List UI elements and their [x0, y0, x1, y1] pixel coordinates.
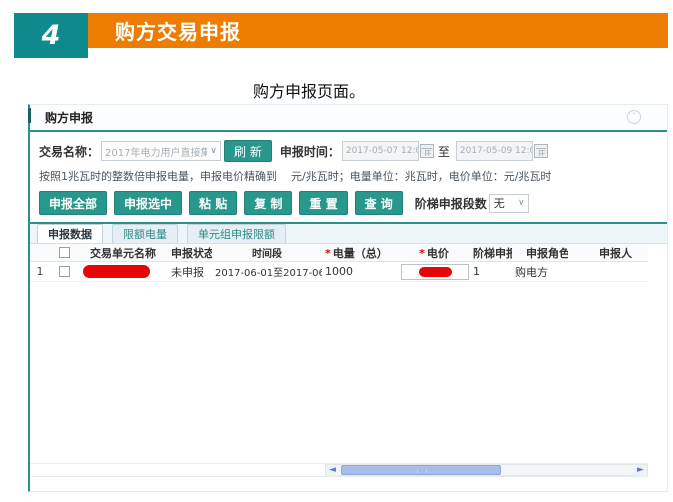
panel-title: 购方申报 — [30, 109, 93, 126]
time-to-input[interactable]: 2017-05-09 12:06:57 — [456, 141, 533, 161]
col-declarer[interactable]: 申报人 — [568, 245, 646, 261]
tab-unit-group-limit[interactable]: 单元组申报限额 — [187, 224, 286, 243]
redacted-unit-name — [83, 265, 150, 278]
panel-accent-bar — [28, 108, 31, 123]
unit-name-cell — [78, 265, 168, 278]
section-banner: 购方交易申报 — [88, 13, 668, 48]
price-cell — [398, 264, 470, 280]
declaration-note: 按照1兆瓦时的整数倍申报电量，申报电价精确到 元/兆瓦时；电量单位：兆瓦时，电价单… — [39, 168, 667, 184]
scrollbar-thumb[interactable] — [341, 465, 501, 475]
note-part1: 按照1兆瓦时的整数倍申报电量，申报电价精确到 — [39, 170, 277, 183]
col-quantity[interactable]: *电量（总） — [322, 245, 398, 261]
declare-time-label: 申报时间： — [280, 143, 340, 160]
tab-declaration-data[interactable]: 申报数据 — [37, 224, 103, 243]
trade-name-select[interactable]: 2017年电力用户直接集中交易模拟 ∨ — [101, 141, 221, 161]
row-checkbox-cell — [50, 266, 78, 277]
grid-empty-area — [30, 282, 648, 463]
required-marker: * — [419, 247, 425, 260]
chevron-down-icon: ∨ — [207, 146, 220, 156]
tab-limit-quantity[interactable]: 限额电量 — [112, 224, 178, 243]
toolbar: 申报全部 申报选中 粘 贴 复 制 重 置 查 询 阶梯申报段数 无 ∨ — [39, 191, 667, 215]
query-button[interactable]: 查 询 — [355, 191, 403, 215]
scroll-spacer — [30, 464, 325, 476]
trade-name-label: 交易名称： — [39, 143, 99, 160]
quantity-cell: 1000 — [322, 265, 398, 278]
declare-all-button[interactable]: 申报全部 — [39, 191, 107, 215]
to-label: 至 — [438, 143, 450, 160]
tab-strip: 申报数据 限额电量 单元组申报限额 — [30, 222, 667, 244]
col-period[interactable]: 时间段 — [212, 245, 322, 260]
step-number-badge: 4 — [14, 13, 88, 58]
time-from-input[interactable]: 2017-05-07 12:06:57 — [342, 141, 419, 161]
grid-header-row: 交易单元名称 申报状态 时间段 *电量（总） *电价 阶梯申报段数 申报角色 申… — [30, 244, 648, 262]
select-all-checkbox-cell — [50, 247, 78, 258]
paste-button[interactable]: 粘 贴 — [189, 191, 237, 215]
caption-text: 购方申报页面。 — [253, 78, 365, 102]
row-checkbox[interactable] — [59, 266, 70, 277]
reset-button[interactable]: 重 置 — [299, 191, 347, 215]
ladder-steps-cell: 1 — [470, 265, 512, 278]
refresh-button[interactable]: 刷 新 — [224, 140, 272, 162]
redacted-price — [419, 267, 452, 277]
col-status[interactable]: 申报状态 — [168, 245, 212, 261]
page: 4 购方交易申报 购方申报页面。 购方申报 ˆ 交易名称： 2017年电力用户直… — [0, 0, 673, 502]
required-marker: * — [325, 247, 331, 260]
buyer-declaration-panel: 购方申报 ˆ 交易名称： 2017年电力用户直接集中交易模拟 ∨ 刷 新 申报时… — [28, 104, 668, 492]
note-part2: 元/兆瓦时；电量单位：兆瓦时，电价单位：元/兆瓦时 — [291, 170, 551, 183]
col-ladder-steps[interactable]: 阶梯申报段数 — [470, 245, 512, 261]
col-unit-name[interactable]: 交易单元名称 — [78, 245, 168, 261]
ladder-steps-label: 阶梯申报段数 — [415, 195, 487, 212]
scrollbar-track[interactable] — [339, 465, 634, 476]
collapse-icon[interactable]: ˆ — [627, 110, 641, 124]
scroll-left-icon[interactable]: ◄ — [326, 465, 339, 476]
ladder-steps-value: 无 — [490, 195, 515, 211]
row-number: 1 — [30, 265, 50, 278]
scroll-right-icon[interactable]: ► — [634, 465, 647, 476]
table-row: 1 未申报 2017-06-01至2017-06-30 1000 1 购电方 — [30, 262, 648, 282]
declare-selected-button[interactable]: 申报选中 — [114, 191, 182, 215]
trade-name-value: 2017年电力用户直接集中交易模拟 — [102, 144, 207, 159]
copy-button[interactable]: 复 制 — [244, 191, 292, 215]
ladder-steps-select[interactable]: 无 ∨ — [489, 194, 529, 213]
section-title: 购方交易申报 — [88, 16, 241, 45]
panel-header: 购方申报 ˆ — [30, 105, 667, 132]
select-all-checkbox[interactable] — [59, 247, 70, 258]
calendar-icon[interactable] — [420, 144, 434, 158]
price-input[interactable] — [401, 264, 469, 280]
role-cell: 购电方 — [512, 264, 568, 280]
chevron-down-icon: ∨ — [515, 198, 528, 208]
period-cell: 2017-06-01至2017-06-30 — [212, 264, 322, 279]
declaration-grid: 交易单元名称 申报状态 时间段 *电量（总） *电价 阶梯申报段数 申报角色 申… — [30, 244, 648, 477]
calendar-icon[interactable] — [534, 144, 548, 158]
filter-form-row: 交易名称： 2017年电力用户直接集中交易模拟 ∨ 刷 新 申报时间： 2017… — [39, 140, 667, 162]
col-price[interactable]: *电价 — [398, 245, 470, 261]
col-role[interactable]: 申报角色 — [512, 245, 568, 261]
horizontal-scrollbar[interactable]: ◄ ► — [325, 464, 648, 476]
status-cell: 未申报 — [168, 264, 212, 280]
horizontal-scroll-row: ◄ ► — [30, 463, 648, 476]
